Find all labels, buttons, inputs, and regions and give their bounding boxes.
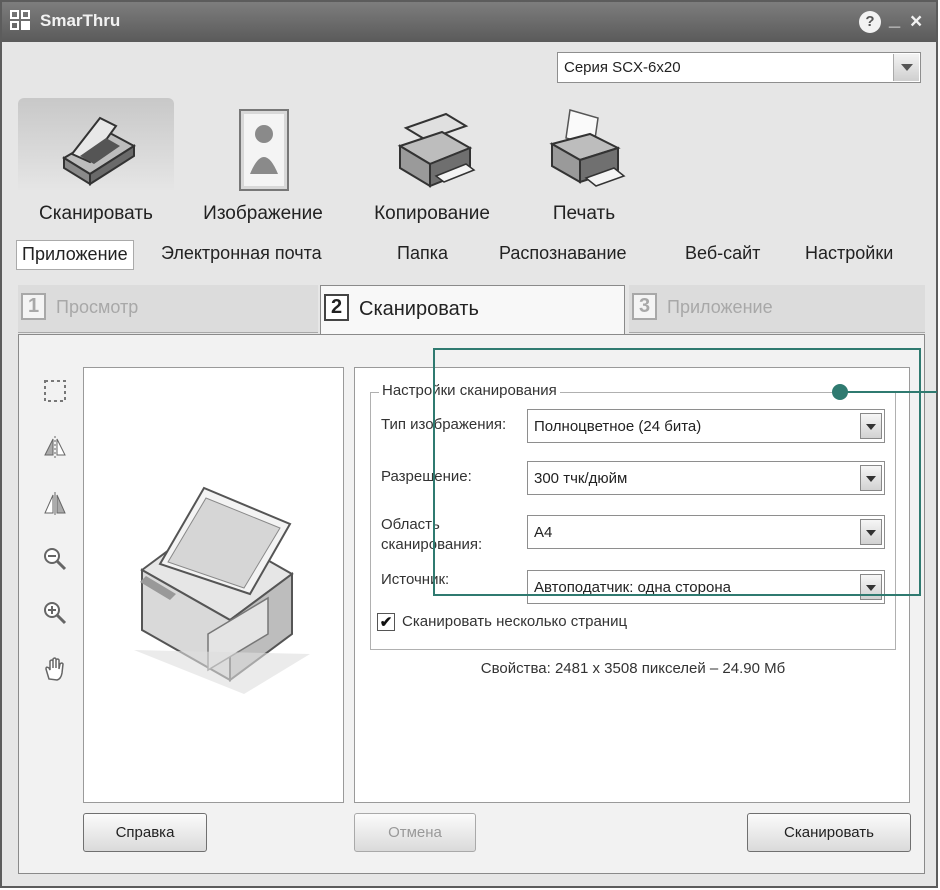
chevron-down-icon[interactable]: [893, 54, 919, 81]
subtab-email[interactable]: Электронная почта: [156, 240, 327, 270]
zoom-out-icon[interactable]: [41, 545, 69, 573]
window-title: SmarThru: [40, 11, 121, 30]
scanner-icon: [62, 116, 136, 186]
flip-horizontal-icon[interactable]: [41, 433, 69, 461]
device-select-value: Серия SCX-6x20: [564, 59, 681, 76]
title-bar: SmarThru ? _ ×: [2, 2, 936, 42]
select-area-icon[interactable]: [41, 377, 69, 405]
tab-image[interactable]: Изображение: [180, 98, 346, 233]
step-label: Приложение: [667, 297, 773, 317]
zoom-in-icon[interactable]: [41, 599, 69, 627]
multi-page-label: Сканировать несколько страниц: [402, 613, 628, 630]
step-number: 1: [21, 293, 46, 320]
help-icon[interactable]: ?: [859, 11, 881, 33]
subtab-application[interactable]: Приложение: [16, 240, 134, 270]
preview-pane: [83, 367, 344, 803]
help-button[interactable]: Справка: [83, 813, 207, 852]
tab-scan[interactable]: Сканировать: [18, 98, 174, 233]
printer-icon: [549, 109, 626, 187]
tab-copy-label: Копирование: [374, 203, 490, 224]
copier-icon: [397, 112, 476, 188]
callout-box: [433, 348, 921, 596]
tab-print[interactable]: Печать: [516, 98, 652, 233]
step-application: 3 Приложение: [629, 285, 925, 333]
subtab-website[interactable]: Веб-сайт: [680, 240, 765, 270]
subtab-ocr[interactable]: Распознавание: [494, 240, 632, 270]
scan-area-label-line1: Область: [381, 516, 440, 533]
tab-copy[interactable]: Копирование: [354, 98, 510, 233]
scan-button[interactable]: Сканировать: [747, 813, 911, 852]
tab-scan-label: Сканировать: [39, 203, 153, 224]
scan-properties-text: Свойства: 2481 x 3508 пикселей – 24.90 М…: [480, 660, 786, 677]
multi-page-checkbox[interactable]: ✔: [377, 613, 395, 631]
step-scan[interactable]: 2 Сканировать: [320, 285, 625, 335]
step-preview[interactable]: 1 Просмотр: [18, 285, 318, 333]
sub-navigation: Приложение Электронная почта Папка Распо…: [4, 234, 934, 276]
step-number: 2: [324, 294, 349, 321]
pan-hand-icon[interactable]: [41, 655, 69, 683]
device-select[interactable]: Серия SCX-6x20: [557, 52, 921, 83]
minimize-button[interactable]: _: [889, 8, 900, 31]
tab-print-label: Печать: [552, 203, 616, 224]
subtab-folder[interactable]: Папка: [392, 240, 453, 270]
subtab-settings[interactable]: Настройки: [800, 240, 898, 270]
step-label: Просмотр: [56, 297, 139, 317]
callout-dot: [832, 384, 848, 400]
cancel-button: Отмена: [354, 813, 476, 852]
image-icon: [239, 109, 289, 191]
step-number: 3: [632, 293, 657, 320]
app-logo-icon: [10, 10, 32, 32]
callout-line: [842, 391, 937, 393]
flip-vertical-icon[interactable]: [41, 489, 69, 517]
scanner-preview-image: [134, 486, 310, 694]
step-label: Сканировать: [359, 298, 479, 320]
tab-image-label: Изображение: [203, 203, 323, 224]
close-button[interactable]: ×: [910, 10, 922, 34]
